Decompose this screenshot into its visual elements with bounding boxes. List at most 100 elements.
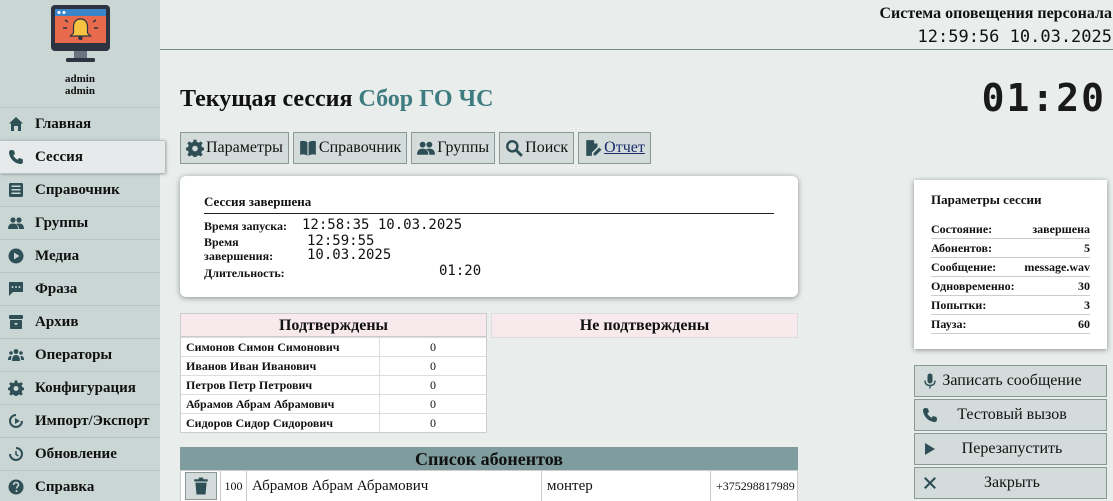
subscriber-number: 100: [221, 470, 247, 501]
param-label: Абонентов:: [931, 241, 992, 255]
nav-item-configuration[interactable]: Конфигурация: [0, 371, 160, 404]
subscriber-name: Сидоров Сидор Сидорович: [181, 414, 380, 432]
nav-item-directory[interactable]: Справочник: [0, 173, 160, 206]
directory-button-label: Справочник: [318, 139, 402, 156]
nav-item-archive[interactable]: Архив: [0, 305, 160, 338]
param-label: Сообщение:: [931, 260, 997, 274]
nav-label: Справка: [35, 478, 95, 495]
gear-icon: [186, 139, 204, 157]
nav-label: Группы: [35, 214, 89, 231]
restart-button[interactable]: Перезапустить: [914, 433, 1107, 465]
nav-item-session[interactable]: Сессия: [0, 140, 165, 173]
param-label: Состояние:: [931, 222, 993, 236]
users-icon: [8, 347, 24, 363]
nav-item-phrase[interactable]: Фраза: [0, 272, 160, 305]
nav-label: Импорт/Экспорт: [35, 412, 150, 429]
monitor-alarm-logo-icon: [51, 5, 110, 62]
duration-label: Длительность:: [204, 266, 285, 280]
nav-label: Фраза: [35, 280, 78, 297]
param-value: 60: [1078, 317, 1090, 331]
directory-button[interactable]: Справочник: [292, 132, 408, 164]
params-button-label: Параметры: [206, 139, 283, 156]
nav-label: Справочник: [35, 181, 120, 198]
phone-icon: [922, 407, 938, 423]
param-row: Сообщение: message.wav: [931, 258, 1090, 277]
unconfirmed-table: Не подтверждены: [491, 313, 798, 338]
delete-button[interactable]: [184, 472, 217, 500]
play-circle-icon: [8, 248, 24, 264]
unconfirmed-title: Не подтверждены: [492, 314, 797, 337]
end-time-label-line2: завершения:: [204, 249, 274, 263]
nav-item-import-export[interactable]: Импорт/Экспорт: [0, 404, 160, 437]
phone-icon: [8, 149, 24, 165]
group-icon: [8, 215, 24, 231]
home-icon: [8, 116, 24, 132]
close-button[interactable]: Закрыть: [914, 467, 1107, 499]
nav-item-operators[interactable]: Операторы: [0, 338, 160, 371]
nav-menu: Главная Сессия Справочник Группы Медиа Ф…: [0, 107, 165, 501]
subscriber-name: Петров Петр Петрович: [181, 376, 380, 394]
session-params-panel: Параметры сессии Состояние: завершена Або…: [914, 180, 1107, 349]
trash-icon: [193, 477, 208, 495]
nav-label: Конфигурация: [35, 379, 136, 396]
table-row: Петров Петр Петрович 0: [181, 375, 486, 394]
test-call-button[interactable]: Тестовый вызов: [914, 399, 1107, 431]
report-button-label: Отчет: [604, 139, 645, 156]
param-row: Состояние: завершена: [931, 220, 1090, 239]
group-icon: [417, 141, 436, 155]
params-button[interactable]: Параметры: [180, 132, 289, 164]
confirmed-title: Подтверждены: [181, 314, 486, 337]
user-name: admin: [65, 73, 95, 85]
session-status-heading: Сессия завершена: [204, 194, 312, 209]
nav-item-media[interactable]: Медиа: [0, 239, 160, 272]
nav-item-home[interactable]: Главная: [0, 107, 160, 140]
params-title: Параметры сессии: [931, 192, 1042, 207]
refresh-icon: [8, 446, 24, 462]
subscriber-count: 0: [430, 359, 436, 373]
report-button[interactable]: Отчет: [578, 132, 651, 164]
toolbar: Параметры Справочник Группы Поиск Отчет: [180, 132, 651, 164]
param-label: Попытки:: [931, 298, 987, 312]
subscriber-count: 0: [430, 397, 436, 411]
subscriber-count: 0: [430, 340, 436, 354]
system-clock: 12:59:56 10.03.2025: [917, 27, 1112, 47]
system-title: Система оповещения персонала: [879, 5, 1112, 22]
play-icon: [922, 441, 938, 457]
subscriber-position: монтер: [542, 470, 711, 501]
test-call-label: Тестовый вызов: [957, 406, 1067, 423]
subscriber-name: Иванов Иван Иванович: [181, 357, 380, 375]
session-name: Сбор ГО ЧС: [358, 86, 494, 112]
search-button[interactable]: Поиск: [499, 132, 575, 164]
sidebar: admin admin Главная Сессия Справочник Гр…: [0, 0, 165, 501]
subscriber-name: Симонов Симон Симонович: [181, 338, 380, 356]
param-row: Абонентов: 5: [931, 239, 1090, 258]
end-date-value: 10.03.2025: [307, 247, 392, 263]
search-button-label: Поиск: [525, 139, 569, 156]
close-label: Закрыть: [984, 474, 1040, 491]
page-title: Текущая сессия Сбор ГО ЧС: [180, 86, 493, 113]
table-row: Иванов Иван Иванович 0: [181, 356, 486, 375]
nav-item-update[interactable]: Обновление: [0, 437, 160, 470]
subscriber-count: 0: [430, 416, 436, 430]
param-value: 30: [1078, 279, 1090, 293]
session-timer: 01:20: [981, 76, 1106, 120]
subscriber-phone: +375298817989: [716, 479, 795, 493]
page-title-text: Текущая сессия: [180, 86, 353, 112]
archive-icon: [8, 314, 24, 330]
nav-label: Сессия: [35, 148, 83, 165]
document-edit-icon: [586, 140, 602, 156]
groups-button[interactable]: Группы: [411, 132, 496, 164]
param-row: Одновременно: 30: [931, 277, 1090, 296]
confirmed-table: Подтверждены Симонов Симон Симонович 0 И…: [180, 313, 487, 433]
table-row: Абрамов Абрам Абрамович 0: [181, 394, 486, 413]
gear-icon: [8, 380, 24, 396]
nav-item-groups[interactable]: Группы: [0, 206, 160, 239]
record-message-button[interactable]: Записать сообщение: [914, 365, 1107, 397]
param-row: Попытки: 3: [931, 296, 1090, 315]
start-time-value: 12:58:35 10.03.2025: [302, 217, 463, 233]
session-info-card: Сессия завершена Время запуска: 12:58:35…: [180, 176, 798, 297]
nav-item-help[interactable]: Справка: [0, 470, 160, 501]
subscriber-name: Абрамов Абрам Абрамович: [181, 395, 380, 413]
microphone-icon: [922, 373, 938, 389]
param-label: Одновременно:: [931, 279, 1015, 293]
